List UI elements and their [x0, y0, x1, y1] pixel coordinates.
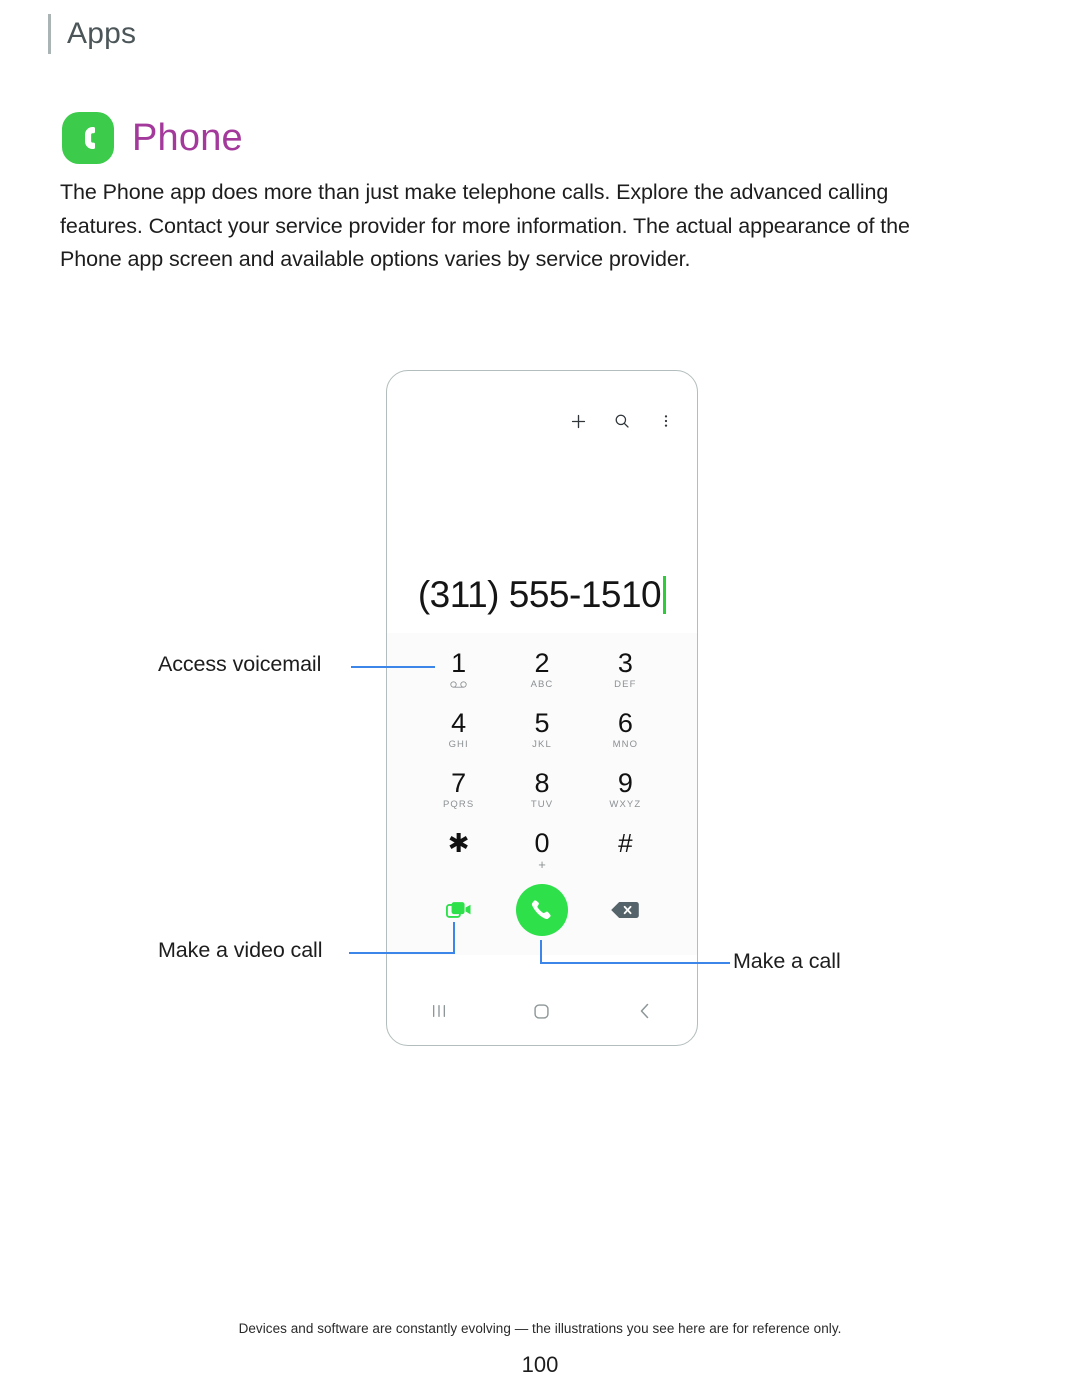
- text-cursor: [663, 576, 667, 614]
- key-9[interactable]: 9 WXYZ: [584, 759, 667, 819]
- key-3[interactable]: 3 DEF: [584, 639, 667, 699]
- more-options-icon[interactable]: [655, 410, 677, 432]
- key-digit: ✱: [447, 827, 470, 858]
- callout-leader-line-call-horizontal: [540, 962, 730, 964]
- key-letters: ABC: [530, 678, 554, 690]
- key-8[interactable]: 8 TUV: [500, 759, 583, 819]
- recents-bars-icon[interactable]: [427, 999, 451, 1023]
- key-letters: GHI: [448, 738, 469, 750]
- key-digit: 1: [451, 647, 467, 678]
- key-digit: 5: [534, 707, 550, 738]
- key-star[interactable]: ✱: [417, 819, 500, 879]
- key-letters: WXYZ: [609, 798, 642, 810]
- key-digit: 6: [617, 707, 633, 738]
- callout-leader-line-video-horizontal: [349, 952, 455, 954]
- video-call-button[interactable]: [442, 893, 476, 927]
- page-number: 100: [521, 1352, 559, 1377]
- callout-leader-line-call-vertical: [540, 940, 542, 964]
- key-letters: PQRS: [443, 798, 475, 810]
- phone-device-mockup: (311) 555-1510 1 2 ABC 3 DEF 4 GHI 5 JKL…: [386, 370, 698, 1046]
- key-digit: 3: [617, 647, 633, 678]
- key-letters: DEF: [614, 678, 637, 690]
- callout-leader-line-video-vertical: [453, 922, 455, 954]
- footer-disclaimer: Devices and software are constantly evol…: [238, 1321, 842, 1336]
- voicemail-icon: [450, 679, 467, 691]
- key-letters: TUV: [530, 798, 554, 810]
- header-accent-rule: [48, 14, 51, 54]
- search-icon[interactable]: [611, 410, 633, 432]
- key-letters: JKL: [532, 738, 552, 750]
- dial-keypad: 1 2 ABC 3 DEF 4 GHI 5 JKL 6 MNO 7 PQRS 8…: [417, 639, 667, 879]
- add-icon[interactable]: [567, 410, 589, 432]
- key-7[interactable]: 7 PQRS: [417, 759, 500, 819]
- key-6[interactable]: 6 MNO: [584, 699, 667, 759]
- android-navigation-bar: [387, 991, 697, 1031]
- key-letters: MNO: [612, 738, 639, 750]
- key-digit: 2: [534, 647, 550, 678]
- key-letters: +: [538, 856, 546, 872]
- section-intro-text: The Phone app does more than just make t…: [60, 180, 910, 271]
- dialed-number-display[interactable]: (311) 555-1510: [387, 569, 697, 621]
- section-heading: Phone: [62, 112, 243, 164]
- call-button[interactable]: [515, 884, 568, 936]
- chevron-left-icon[interactable]: [633, 999, 657, 1023]
- key-5[interactable]: 5 JKL: [500, 699, 583, 759]
- key-digit: 0: [534, 827, 550, 858]
- key-1[interactable]: 1: [417, 639, 500, 699]
- backspace-button[interactable]: [608, 898, 642, 922]
- key-digit: 8: [534, 767, 550, 798]
- callout-make-a-video-call: Make a video call: [158, 938, 323, 962]
- callout-leader-line-voicemail: [351, 666, 435, 668]
- key-digit: 9: [617, 767, 633, 798]
- phone-app-icon: [62, 112, 114, 164]
- key-digit: 7: [451, 767, 467, 798]
- home-square-icon[interactable]: [530, 999, 554, 1023]
- key-4[interactable]: 4 GHI: [417, 699, 500, 759]
- callout-access-voicemail: Access voicemail: [158, 652, 322, 676]
- dialed-number-text: (311) 555-1510: [417, 574, 662, 615]
- keypad-panel: 1 2 ABC 3 DEF 4 GHI 5 JKL 6 MNO 7 PQRS 8…: [387, 633, 697, 955]
- key-0[interactable]: 0 +: [500, 819, 583, 879]
- phone-app-topbar: [387, 371, 697, 471]
- key-digit: #: [618, 827, 633, 858]
- key-pound[interactable]: #: [584, 819, 667, 879]
- page-header: Apps: [48, 12, 136, 56]
- key-2[interactable]: 2 ABC: [500, 639, 583, 699]
- page-title: Apps: [67, 17, 137, 50]
- section-title: Phone: [132, 116, 243, 159]
- callout-make-a-call: Make a call: [733, 949, 841, 973]
- key-digit: 4: [451, 707, 467, 738]
